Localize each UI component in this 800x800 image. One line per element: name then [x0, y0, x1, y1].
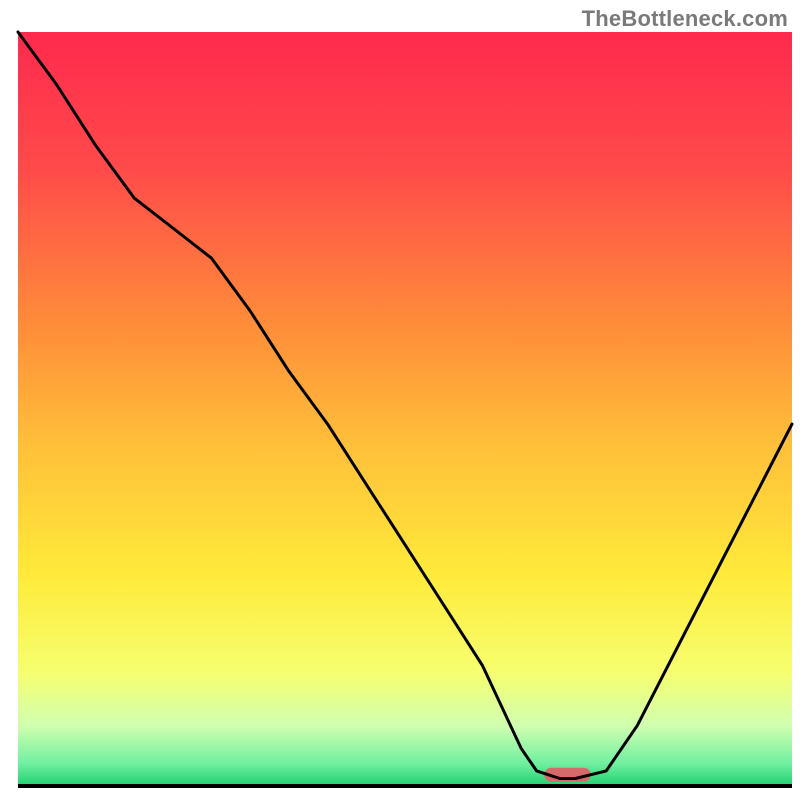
- bottleneck-chart: TheBottleneck.com: [0, 0, 800, 800]
- attribution-label: TheBottleneck.com: [582, 6, 788, 32]
- gradient-background: [18, 32, 792, 786]
- chart-svg: [0, 0, 800, 800]
- plot-area: [18, 32, 792, 786]
